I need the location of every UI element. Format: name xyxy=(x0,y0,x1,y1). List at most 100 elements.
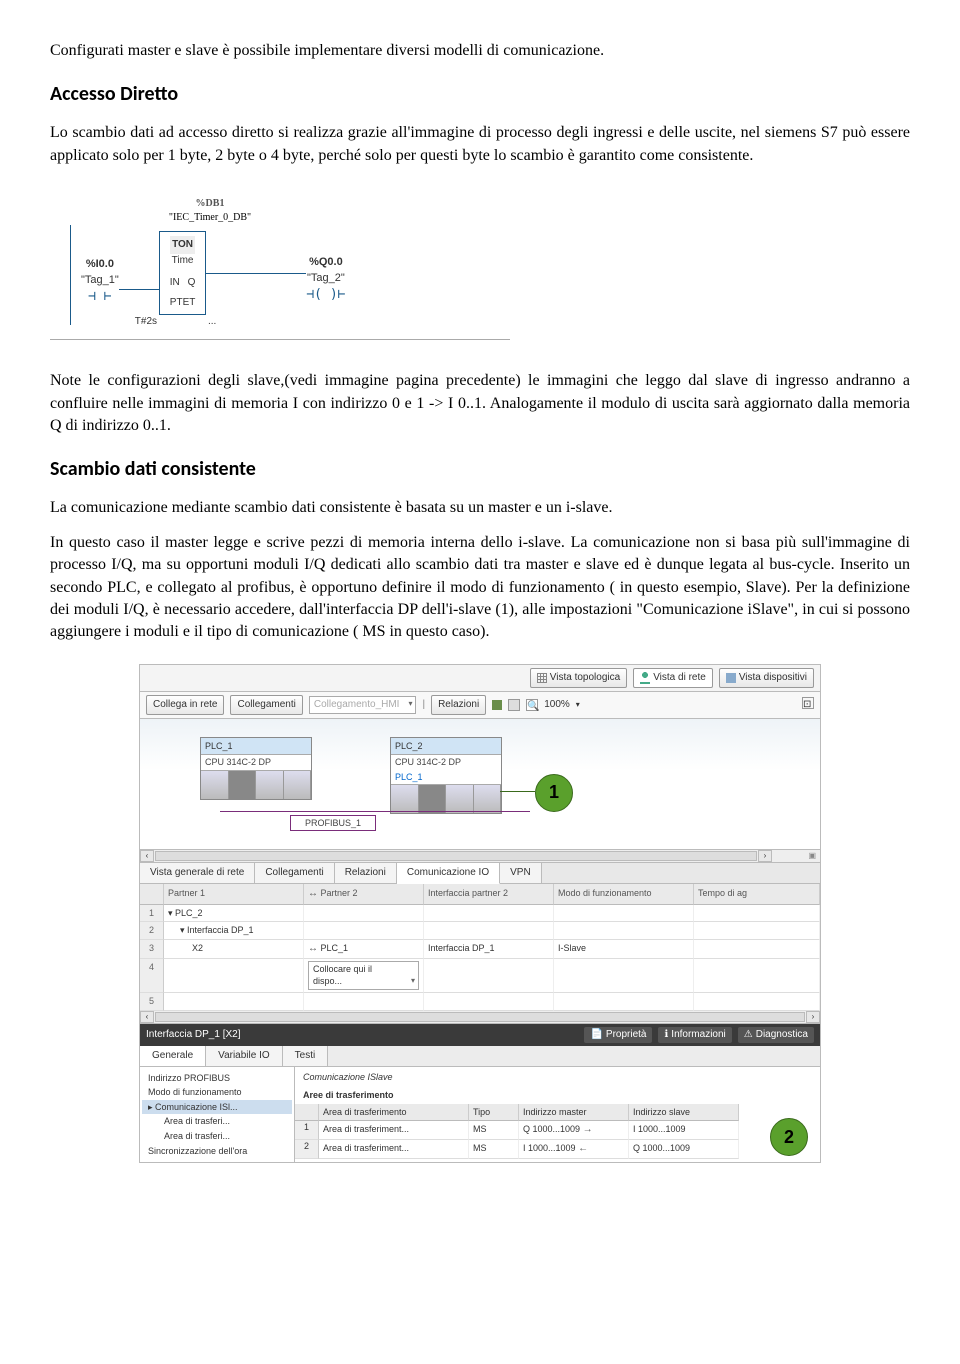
row-4-p1[interactable] xyxy=(164,959,304,993)
subtab-testi[interactable]: Testi xyxy=(283,1046,329,1066)
network-canvas[interactable]: PLC_1 CPU 314C-2 DP PLC_2 CPU 314C-2 DP … xyxy=(140,719,820,850)
tree-sincronizzazione[interactable]: Sincronizzazione dell'ora xyxy=(142,1144,292,1159)
row-2-t[interactable] xyxy=(694,922,820,940)
row-2-ip2[interactable] xyxy=(424,922,554,940)
collega-rete-button[interactable]: Collega in rete xyxy=(146,695,224,715)
profibus-label[interactable]: PROFIBUS_1 xyxy=(290,815,376,832)
plc2-box[interactable]: PLC_2 CPU 314C-2 DP PLC_1 xyxy=(390,737,502,815)
col-ind-master[interactable]: Indirizzo master xyxy=(519,1104,629,1122)
relazioni-button[interactable]: Relazioni xyxy=(431,695,486,715)
plc1-cpu: CPU 314C-2 DP xyxy=(201,755,311,770)
row-2-p1[interactable]: ▾ Interfaccia DP_1 xyxy=(164,922,304,940)
row-4-modo[interactable] xyxy=(554,959,694,993)
tab-diagnostica[interactable]: ⚠Diagnostica xyxy=(738,1027,814,1043)
toolbar-icon-2[interactable] xyxy=(508,699,520,711)
tab-informazioni[interactable]: ℹInformazioni xyxy=(658,1027,731,1043)
vista-topologica-tab[interactable]: Vista topologica xyxy=(530,668,627,688)
tab-vista-generale[interactable]: Vista generale di rete xyxy=(140,863,255,883)
row-1-p1[interactable]: ▾ PLC_2 xyxy=(164,905,304,923)
col-partner2[interactable]: ↔ Partner 2 xyxy=(304,884,424,905)
pin-pt: PT xyxy=(170,296,183,310)
tree-modo-funzionamento[interactable]: Modo di funzionamento xyxy=(142,1085,292,1100)
col-tipo[interactable]: Tipo xyxy=(469,1104,519,1122)
tab-proprieta[interactable]: 📄Proprietà xyxy=(584,1027,652,1043)
row-3-p2[interactable]: ↔ PLC_1 xyxy=(304,940,424,959)
vista-dispositivi-tab[interactable]: Vista dispositivi xyxy=(719,668,814,688)
scroll-thumb[interactable] xyxy=(155,851,757,861)
subtab-generale[interactable]: Generale xyxy=(140,1046,206,1066)
row-3-t[interactable] xyxy=(694,940,820,959)
plc2-cpu: CPU 314C-2 DP xyxy=(391,755,501,770)
collegamento-hmi-dropdown[interactable]: Collegamento_HMI xyxy=(309,696,417,714)
tab-comunicazione-io[interactable]: Comunicazione IO xyxy=(397,863,500,884)
row-5-ip2[interactable] xyxy=(424,993,554,1011)
row-4-p2[interactable]: Collocare qui il dispo... xyxy=(304,959,424,993)
col-tempo[interactable]: Tempo di ag xyxy=(694,884,820,905)
trow-2-area[interactable]: Area di trasferiment... xyxy=(319,1140,469,1159)
scroll-left-icon[interactable]: ‹ xyxy=(140,1011,154,1023)
h-scrollbar[interactable]: ‹ › ▣ xyxy=(140,850,820,863)
dispo-dropdown[interactable]: Collocare qui il dispo... xyxy=(308,961,419,990)
trow-2-master[interactable]: I 1000...1009 ← xyxy=(519,1140,629,1159)
row-1-ip2[interactable] xyxy=(424,905,554,923)
collegamenti-button[interactable]: Collegamenti xyxy=(230,695,302,715)
tree-comunicazione-islave[interactable]: ▸ Comunicazione ISl... xyxy=(142,1100,292,1115)
network-icon xyxy=(640,672,650,684)
plc1-name: PLC_1 xyxy=(201,738,311,756)
trow-1-tipo[interactable]: MS xyxy=(469,1121,519,1140)
row-5-modo[interactable] xyxy=(554,993,694,1011)
row-5-t[interactable] xyxy=(694,993,820,1011)
network-toolbar: Collega in rete Collegamenti Collegament… xyxy=(140,692,820,719)
col-area[interactable]: Area di trasferimento xyxy=(319,1104,469,1122)
ladder-diagram: %DB1 "IEC_Timer_0_DB" %I0.0 "Tag_1" ⊣ ⊢ … xyxy=(50,187,510,340)
row-1-p2[interactable] xyxy=(304,905,424,923)
plc1-box[interactable]: PLC_1 CPU 314C-2 DP xyxy=(200,737,312,800)
row-4-ip2[interactable] xyxy=(424,959,554,993)
tab-collegamenti[interactable]: Collegamenti xyxy=(255,863,334,883)
scroll-thumb[interactable] xyxy=(155,1012,805,1022)
trow-2-tipo[interactable]: MS xyxy=(469,1140,519,1159)
profibus-line xyxy=(220,811,530,812)
row-2-modo[interactable] xyxy=(554,922,694,940)
row-5-p2[interactable] xyxy=(304,993,424,1011)
zoom-dropdown-icon[interactable]: ▾ xyxy=(576,699,580,710)
tab-relazioni[interactable]: Relazioni xyxy=(335,863,397,883)
scroll-right-icon[interactable]: › xyxy=(758,850,772,862)
scroll-info-icon[interactable]: ▣ xyxy=(772,850,820,862)
row-3-ip2[interactable]: Interfaccia DP_1 xyxy=(424,940,554,959)
expand-icon[interactable]: ⊡ xyxy=(802,697,814,709)
zoom-icon[interactable]: 🔍 xyxy=(526,699,538,711)
trow-2-slave[interactable]: Q 1000...1009 xyxy=(629,1140,739,1159)
row-3-p1[interactable]: X2 xyxy=(164,940,304,959)
row-2-p2[interactable] xyxy=(304,922,424,940)
scroll-left-icon[interactable]: ‹ xyxy=(140,850,154,862)
device-icon xyxy=(726,673,736,683)
col-modo[interactable]: Modo di funzionamento xyxy=(554,884,694,905)
tree-area-trasf-1[interactable]: Area di trasferi... xyxy=(142,1114,292,1129)
tree-area-trasf-2[interactable]: Area di trasferi... xyxy=(142,1129,292,1144)
row-1-modo[interactable] xyxy=(554,905,694,923)
col-interfaccia[interactable]: Interfaccia partner 2 xyxy=(424,884,554,905)
row-4-t[interactable] xyxy=(694,959,820,993)
row-3-modo[interactable]: I-Slave xyxy=(554,940,694,959)
islave-panel: Comunicazione ISlave Aree di trasferimen… xyxy=(295,1067,820,1163)
tab-vpn[interactable]: VPN xyxy=(500,863,542,883)
row-5-p1[interactable] xyxy=(164,993,304,1011)
scroll-right-icon[interactable]: › xyxy=(806,1011,820,1023)
col-partner1[interactable]: Partner 1 xyxy=(164,884,304,905)
row-1-t[interactable] xyxy=(694,905,820,923)
h-scrollbar-2[interactable]: ‹ › xyxy=(140,1011,820,1024)
callout-1: 1 xyxy=(535,774,573,812)
toolbar-icon-1[interactable] xyxy=(492,700,502,710)
contact-symbol: ⊣ ⊢ xyxy=(88,288,111,306)
col-ind-slave[interactable]: Indirizzo slave xyxy=(629,1104,739,1122)
trow-1-master[interactable]: Q 1000...1009 → xyxy=(519,1121,629,1140)
row-3-num: 3 xyxy=(140,940,164,959)
trow-1-slave[interactable]: I 1000...1009 xyxy=(629,1121,739,1140)
vista-rete-tab[interactable]: Vista di rete xyxy=(633,668,713,688)
row-1-num: 1 xyxy=(140,905,164,923)
subtab-variabile-io[interactable]: Variabile IO xyxy=(206,1046,283,1066)
tree-indirizzo-profibus[interactable]: Indirizzo PROFIBUS xyxy=(142,1071,292,1086)
trow-1-area[interactable]: Area di trasferiment... xyxy=(319,1121,469,1140)
heading-accesso-diretto: Accesso Diretto xyxy=(50,80,910,108)
